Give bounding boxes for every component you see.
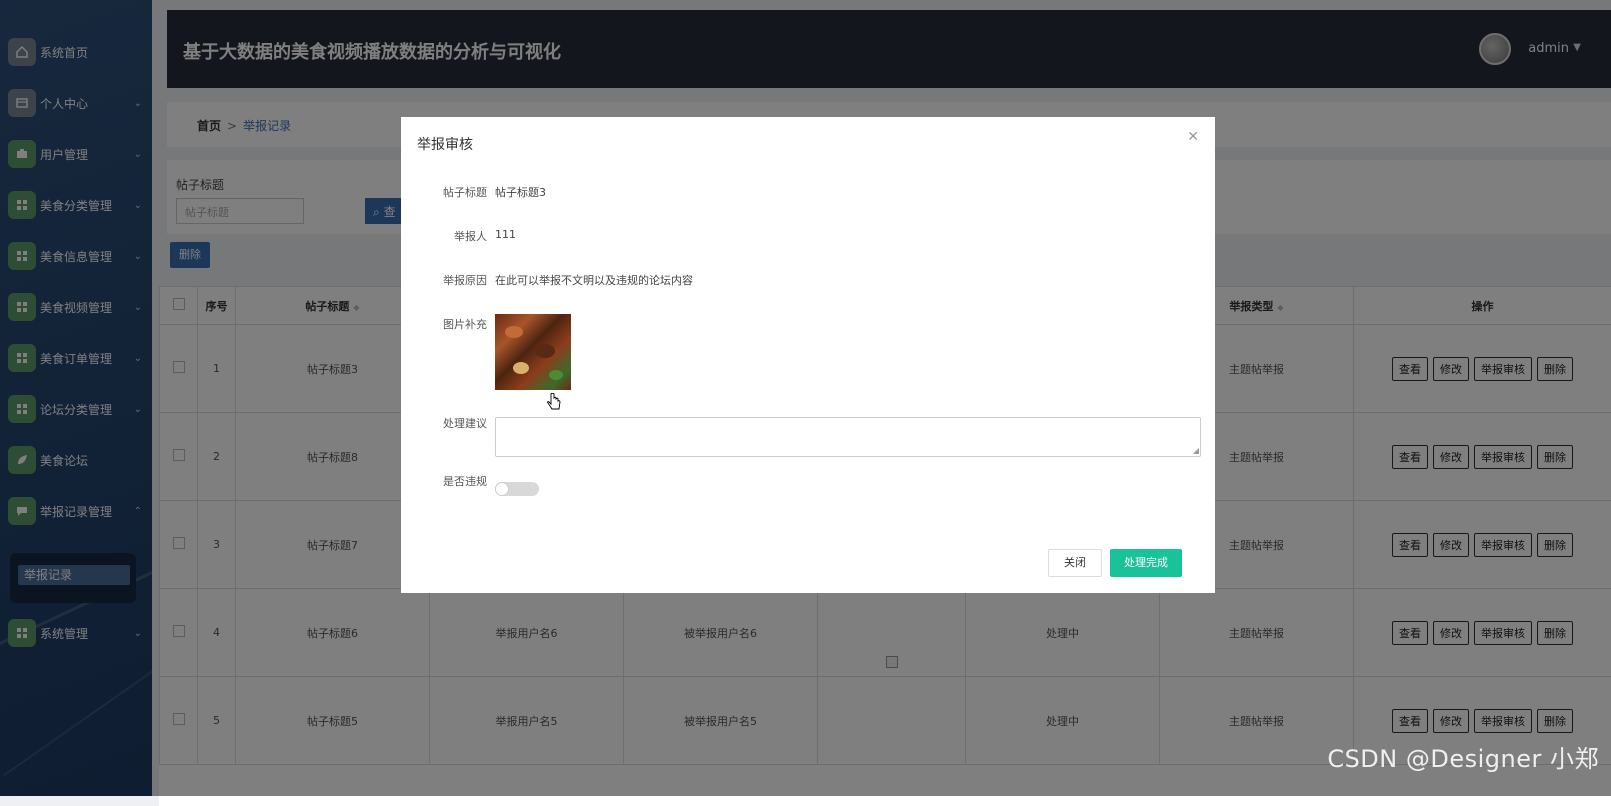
dialog-title: 举报审核 bbox=[417, 134, 473, 154]
image-label: 图片补充 bbox=[401, 316, 487, 332]
reason-value: 在此可以举报不文明以及违规的论坛内容 bbox=[495, 272, 693, 288]
reason-label: 举报原因 bbox=[401, 272, 487, 288]
watermark: CSDN @Designer 小郑 bbox=[1327, 739, 1599, 774]
post-title-label: 帖子标题 bbox=[401, 184, 487, 200]
advice-label: 处理建议 bbox=[401, 415, 487, 431]
violation-label: 是否违规 bbox=[401, 473, 487, 489]
toggle-knob bbox=[495, 482, 509, 496]
report-image[interactable] bbox=[495, 314, 571, 390]
complete-button[interactable]: 处理完成 bbox=[1110, 549, 1182, 577]
hand-cursor-icon bbox=[546, 393, 562, 413]
advice-textarea[interactable]: ◢ bbox=[495, 417, 1201, 457]
reporter-value: 111 bbox=[495, 228, 516, 241]
close-icon[interactable]: ✕ bbox=[1187, 129, 1199, 145]
resize-handle-icon[interactable]: ◢ bbox=[1193, 446, 1199, 455]
violation-toggle[interactable] bbox=[495, 482, 539, 496]
close-button[interactable]: 关闭 bbox=[1048, 549, 1102, 577]
reporter-label: 举报人 bbox=[401, 228, 487, 244]
post-title-value: 帖子标题3 bbox=[495, 184, 546, 200]
report-review-dialog: 举报审核 ✕ 帖子标题 帖子标题3 举报人 111 举报原因 在此可以举报不文明… bbox=[401, 117, 1215, 593]
